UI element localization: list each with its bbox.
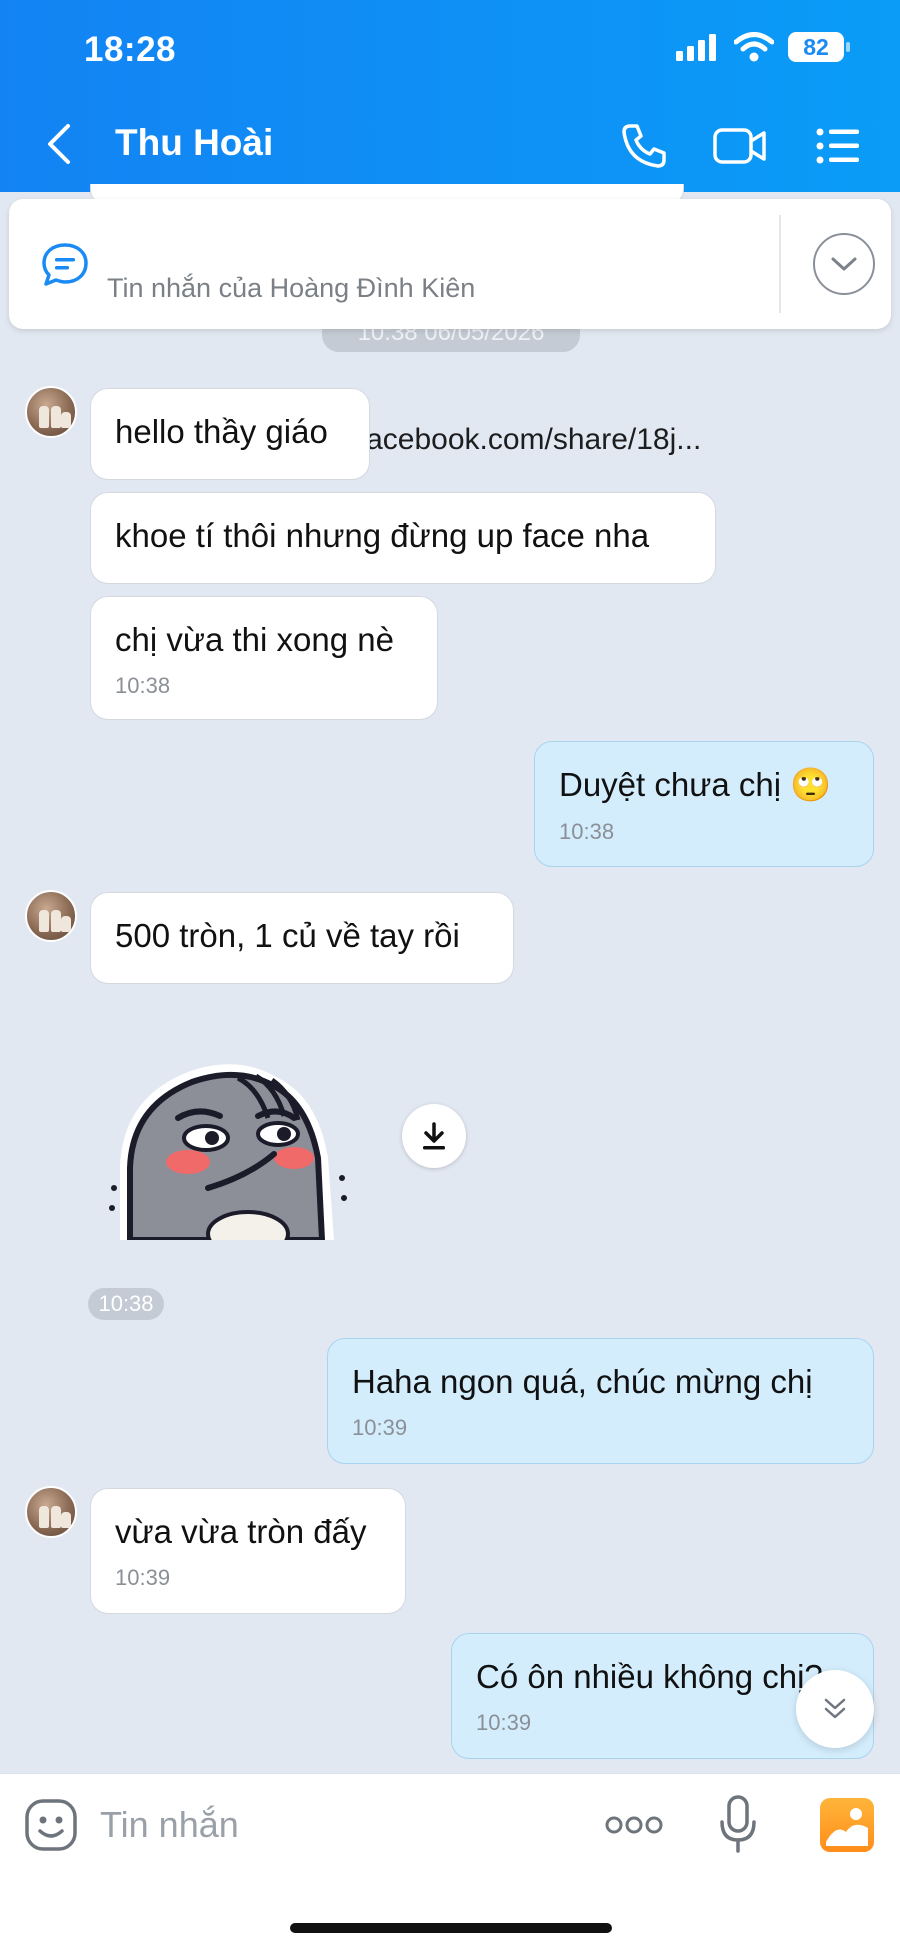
status-time: 18:28: [84, 30, 177, 69]
image-icon: [826, 1808, 868, 1846]
wifi-icon: [734, 32, 774, 62]
pinned-message-banner[interactable]: [Link] https://www.facebook.com/share/18…: [9, 199, 891, 456]
pinned-message-subtitle: Tin nhắn của Hoàng Đình Kiên: [107, 273, 476, 303]
message-time: 10:38: [88, 1288, 164, 1320]
divider: [779, 215, 781, 313]
message-time: 10:38: [115, 673, 171, 698]
avatar[interactable]: [25, 1486, 77, 1538]
video-camera-icon: [713, 128, 766, 164]
message-text: Duyệt chưa chị 🙄: [559, 766, 832, 803]
download-icon: [423, 1122, 445, 1150]
call-button[interactable]: [616, 118, 672, 174]
message-bubble[interactable]: chị vừa thi xong nè 10:38: [90, 596, 438, 720]
message-text: vừa vừa tròn đấy: [115, 1513, 367, 1550]
message-text: hello thầy giáo: [115, 413, 328, 450]
message-time: 10:39: [352, 1415, 408, 1440]
message-text: 500 tròn, 1 củ về tay rồi: [115, 917, 460, 954]
message-input[interactable]: [100, 1796, 540, 1854]
message-bubble[interactable]: Duyệt chưa chị 🙄 10:38: [534, 741, 874, 867]
microphone-icon[interactable]: [718, 1794, 758, 1854]
message-text: Có ôn nhiều không chị?: [476, 1658, 823, 1695]
chat-header: 18:28 82 Thu Hoài: [0, 0, 900, 192]
signal-icon: [676, 34, 716, 61]
message-bubble[interactable]: 500 tròn, 1 củ về tay rồi: [90, 892, 514, 984]
message-composer: [0, 1773, 900, 1947]
more-dots-icon[interactable]: [604, 1808, 664, 1842]
avatar[interactable]: [25, 386, 77, 438]
message-time: 10:38: [559, 819, 615, 844]
message-text: Haha ngon quá, chúc mừng chị: [352, 1363, 813, 1400]
sticker-image[interactable]: [108, 1058, 348, 1240]
message-time: 10:39: [115, 1565, 171, 1590]
message-bubble[interactable]: vừa vừa tròn đấy 10:39: [90, 1488, 406, 1614]
home-indicator: [290, 1923, 612, 1933]
message-text: khoe tí thôi nhưng đừng up face nha: [115, 517, 650, 554]
double-chevron-down-icon: [824, 1698, 846, 1719]
message-time: 10:39: [476, 1710, 532, 1735]
video-call-button[interactable]: [712, 118, 768, 174]
back-button[interactable]: [44, 122, 74, 166]
chevron-down-icon: [831, 257, 857, 271]
message-bubble[interactable]: Haha ngon quá, chúc mừng chị 10:39: [327, 1338, 874, 1464]
image-picker-button[interactable]: [820, 1798, 874, 1852]
chat-bubble-icon: [42, 243, 88, 286]
battery-indicator: 82: [788, 32, 850, 62]
contact-name[interactable]: Thu Hoài: [115, 122, 273, 164]
status-icons: 82: [676, 32, 850, 62]
message-bubble[interactable]: khoe tí thôi nhưng đừng up face nha: [90, 492, 716, 584]
scroll-to-bottom-button[interactable]: [796, 1670, 874, 1748]
list-menu-icon: [816, 128, 859, 164]
expand-pinned-button[interactable]: [813, 233, 875, 295]
chat-menu-button[interactable]: [810, 118, 866, 174]
emoji-icon[interactable]: [24, 1798, 78, 1852]
download-sticker-button[interactable]: [402, 1104, 466, 1168]
message-bubble[interactable]: hello thầy giáo: [90, 388, 370, 480]
message-text: chị vừa thi xong nè: [115, 621, 394, 658]
avatar[interactable]: [25, 890, 77, 942]
phone-icon: [622, 124, 666, 168]
chevron-left-icon: [48, 124, 70, 164]
